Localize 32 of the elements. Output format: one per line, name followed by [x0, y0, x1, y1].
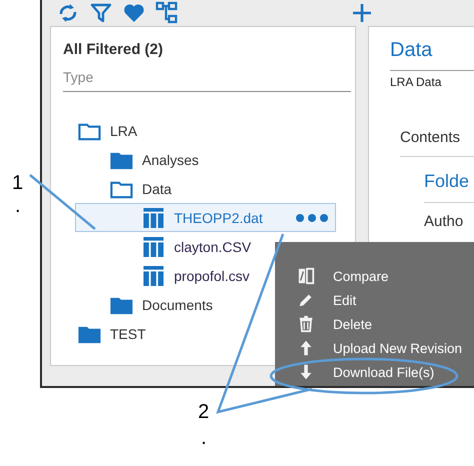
add-icon[interactable] [350, 1, 374, 25]
tree-item[interactable]: Data [110, 174, 350, 203]
menu-item[interactable]: Upload New Revision [275, 336, 474, 360]
more-options-icon[interactable] [294, 212, 330, 224]
callout-number: 1 [12, 173, 24, 193]
menu-item[interactable]: Download File(s) [275, 360, 474, 384]
open-folder-icon [110, 178, 133, 198]
table-file-icon [142, 208, 165, 228]
menu-item[interactable]: Compare [275, 264, 474, 288]
callout-dot: . [201, 428, 207, 448]
open-folder-icon [78, 120, 101, 140]
section-heading: Folde [424, 171, 474, 203]
tree-item[interactable]: LRA [78, 116, 350, 145]
compare-icon [297, 267, 315, 285]
filter-icon[interactable] [89, 1, 113, 25]
table-file-icon [142, 266, 165, 286]
menu-item[interactable]: Delete [275, 312, 474, 336]
panel-title: All Filtered (2) [63, 40, 164, 60]
leader-line [28, 173, 97, 231]
menu-item[interactable]: Edit [275, 288, 474, 312]
table-file-icon [142, 236, 165, 256]
hierarchy-icon[interactable] [155, 1, 179, 25]
tree-item[interactable]: Analyses [110, 145, 350, 174]
details-title: Data [390, 35, 474, 71]
tree-item[interactable]: THEOPP2.dat [75, 203, 336, 232]
details-subtitle: LRA Data [390, 75, 442, 89]
section-tab[interactable]: Contents [400, 129, 474, 157]
tree-item[interactable]: clayton.CSV [142, 232, 350, 261]
trash-icon [297, 315, 315, 333]
callout-dot: . [15, 196, 21, 216]
field-label: Autho [424, 213, 464, 230]
callout-number: 2 [198, 402, 210, 422]
